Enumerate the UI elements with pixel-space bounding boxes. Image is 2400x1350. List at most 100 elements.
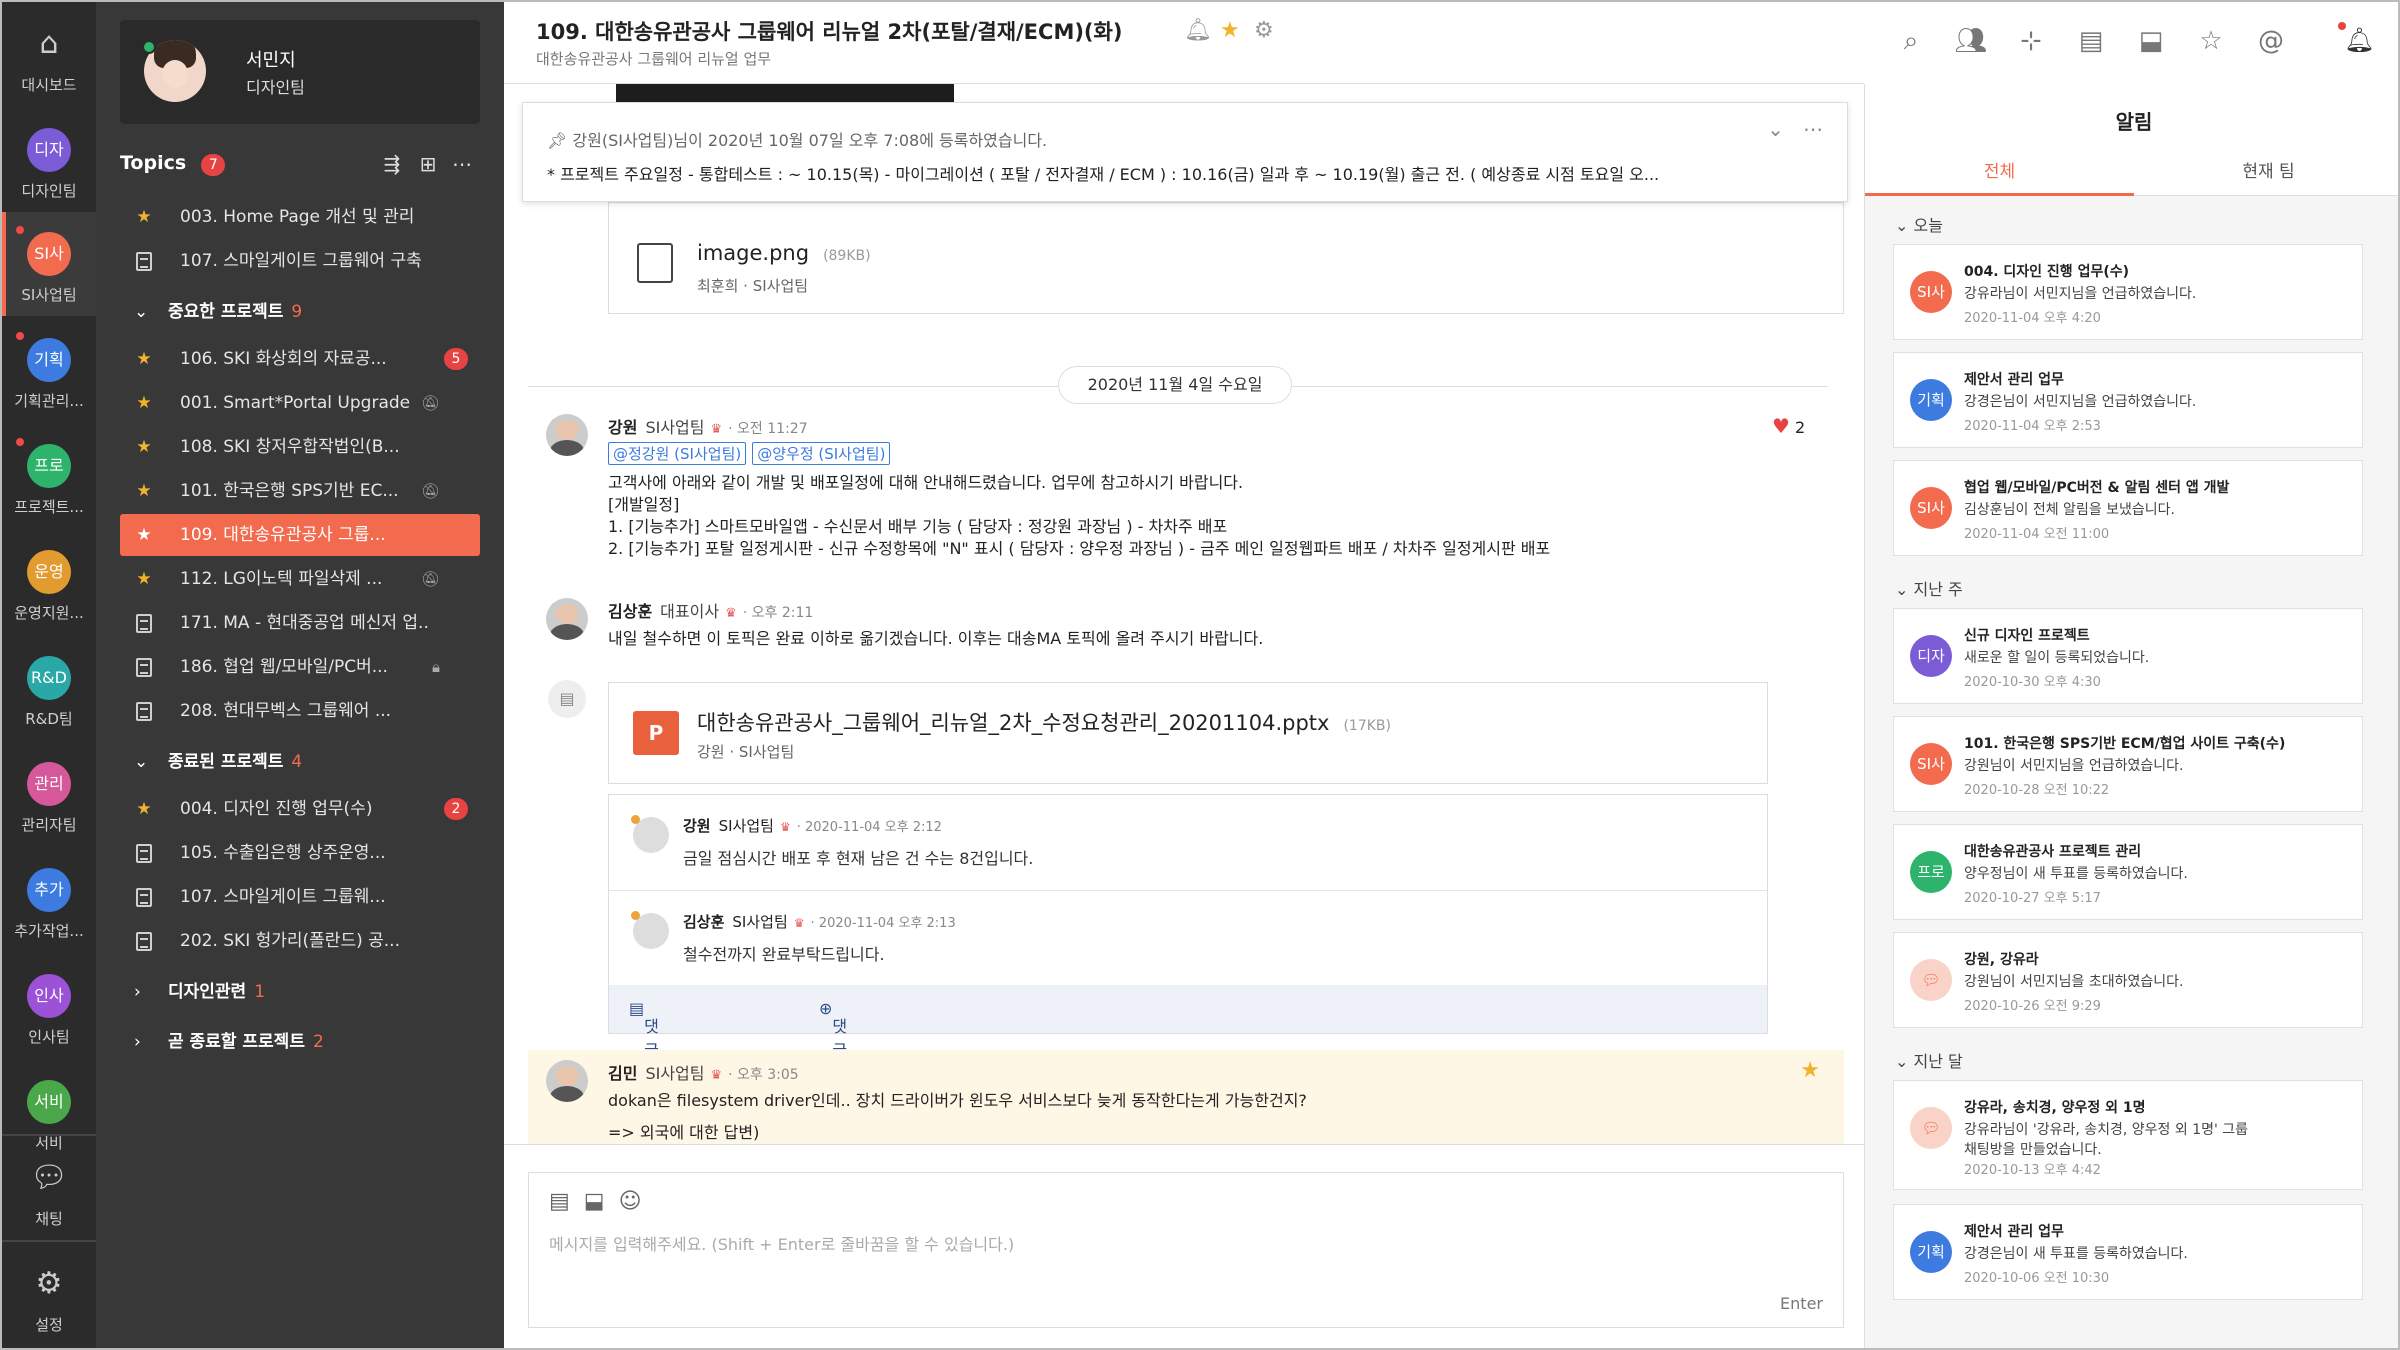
notification-card[interactable]: 기획 제안서 관리 업무 강경은님이 새 투표를 등록하였습니다. 2020-10-0… (1893, 1204, 2363, 1300)
notification-section[interactable]: ⌄ 지난 달 (1895, 1048, 1963, 1072)
add-topic-icon[interactable]: ⊞ (416, 152, 440, 176)
avatar[interactable] (631, 815, 669, 853)
file-name[interactable]: 대한송유관공사_그룹웨어_리뉴얼_2차_수정요청관리_20201104.pptx (697, 711, 1329, 735)
rail-item[interactable]: 💬︎ 채팅 (2, 1136, 96, 1240)
topic-settings-icon[interactable]: ⚙ (1254, 18, 1274, 43)
rail-item[interactable]: 인사 인사팀 (2, 954, 96, 1058)
notification-card[interactable]: 프로 대한송유관공사 프로젝트 관리 양우정님이 새 투표를 등록하였습니다. 202… (1893, 824, 2363, 920)
mention-tag[interactable]: @양우정 (SI사업팀) (752, 442, 891, 465)
profile-card[interactable]: 서민지 디자인팀 (120, 20, 480, 124)
notification-card[interactable]: 기획 제안서 관리 업무 강경은님이 서민지님을 언급하였습니다. 2020-11-0… (1893, 352, 2363, 448)
comment[interactable]: 김상훈 SI사업팀 ♛ · 2020-11-04 오후 2:13 철수전까지 완료부탁드… (609, 891, 1767, 987)
members-icon[interactable]: 👥︎ (1954, 24, 1988, 58)
message-input[interactable]: 메시지를 입력해주세요. (Shift + Enter로 줄바꿈을 할 수 있습… (549, 1231, 1014, 1255)
topic-item[interactable]: 171. MA - 현대중공업 메신저 업... (120, 602, 480, 644)
topic-item[interactable]: 105. 수출입은행 상주운영... (120, 832, 480, 874)
notification-section[interactable]: ⌄ 지난 주 (1895, 576, 1963, 600)
emoji-icon[interactable]: ☺ (619, 1189, 642, 1214)
commenter-name[interactable]: 강원 (683, 817, 711, 835)
topic-group[interactable]: ⌄ 종료된 프로젝트 4 (120, 742, 480, 782)
notification-section[interactable]: ⌄ 오늘 (1895, 212, 1943, 236)
files-icon[interactable]: ▤ (2074, 24, 2108, 58)
chat-room-icon: 💬︎ (1910, 959, 1952, 1001)
star-icon: ★ (136, 393, 152, 413)
rail-item[interactable]: 디자 디자인팀 (2, 108, 96, 212)
sort-icon[interactable]: ⇶ (380, 152, 404, 176)
avatar[interactable] (546, 414, 588, 456)
team-avatar: 프로 (27, 444, 71, 488)
notification-card[interactable]: 💬︎ 강원, 강유라 강원님이 서민지님을 초대하였습니다. 2020-10-26 오… (1893, 932, 2363, 1028)
topic-item[interactable]: 107. 스마일게이트 그룹웨... (120, 876, 480, 918)
notification-text: 김상훈님이 전체 알림을 보냈습니다. (1964, 502, 2175, 518)
notification-card[interactable]: 💬︎ 강유라, 송치경, 양우정 외 1명 강유라님이 '강유라, 송치경, 양우정… (1893, 1080, 2363, 1190)
file-card-image[interactable]: image.png (89KB) 최훈희 · SI사업팀 (608, 202, 1844, 314)
notification-time: 2020-11-04 오전 11:00 (1964, 527, 2110, 542)
rail-item[interactable]: ⌂ 대시보드 (2, 2, 96, 106)
topic-item[interactable]: ★ 112. LG이노텍 파일삭제 ... 🔕︎ (120, 558, 480, 600)
write-comment-button[interactable]: ⊕ 댓글 작성 (819, 999, 847, 1108)
sender-name[interactable]: 김민 (608, 1064, 637, 1083)
notification-bell-icon[interactable]: 🔔︎ (2344, 26, 2374, 54)
rail-item[interactable]: 관리 관리자팀 (2, 742, 96, 846)
date-label: 2020년 11월 4일 수요일 (1058, 366, 1292, 404)
notification-card[interactable]: SI사 004. 디자인 진행 업무(수) 강유라님이 서민지님을 언급하였습니다.… (1893, 244, 2363, 340)
topic-item[interactable]: ★ 106. SKI 화상회의 자료공... 5 (120, 338, 480, 380)
topic-item[interactable]: 186. 협업 웹/모바일/PC버... 🔒︎ (120, 646, 480, 688)
avatar[interactable] (546, 1060, 588, 1102)
starred-star-icon[interactable]: ★ (1800, 1058, 1820, 1083)
topic-group[interactable]: ⌄ 중요한 프로젝트 9 (120, 292, 480, 332)
notification-card[interactable]: SI사 협업 웹/모바일/PC버전 & 알림 센터 앱 개발 김상훈님이 전체 알림… (1893, 460, 2363, 556)
comment[interactable]: 강원 SI사업팀 ♛ · 2020-11-04 오후 2:12 금일 점심시간 배포 후… (609, 795, 1767, 891)
pinned-notice[interactable]: 📌︎ 강원(SI사업팀)님이 2020년 10월 07일 오후 7:08에 등록… (522, 102, 1848, 202)
drive-upload-icon[interactable]: ⬓ (584, 1189, 605, 1214)
topic-group[interactable]: › 곧 종료할 프로젝트 2 (120, 1022, 480, 1062)
bell-icon[interactable]: 🔔︎ (1184, 18, 1212, 43)
topic-group[interactable]: › 디자인관련 1 (120, 972, 480, 1012)
topic-item[interactable]: ★ 004. 디자인 진행 업무(수) 2 (120, 788, 480, 830)
rail-item[interactable]: ⚙ 설정 (2, 1242, 96, 1346)
rail-item[interactable]: 기획 기획관리... (2, 318, 96, 422)
rail-item[interactable]: SI사 SI사업팀 (2, 212, 96, 316)
search-icon[interactable]: ⌕ (1894, 24, 1928, 58)
rail-item[interactable]: R&D R&D팀 (2, 636, 96, 740)
org-chart-icon[interactable]: ⊹ (2014, 24, 2048, 58)
rail-item[interactable]: 프로 프로젝트... (2, 424, 96, 528)
avatar[interactable] (631, 911, 669, 949)
mentions-icon[interactable]: @ (2254, 24, 2288, 58)
topic-item[interactable]: ★ 109. 대한송유관공사 그룹... (120, 514, 480, 556)
topic-item[interactable]: ★ 001. Smart*Portal Upgrade 🔕︎ (120, 382, 480, 424)
notice-more-icon[interactable]: ⋯ (1803, 117, 1823, 141)
more-icon[interactable]: ⋯ (450, 152, 474, 176)
topic-item[interactable]: 202. SKI 헝가리(폴란드) 공... (120, 920, 480, 962)
topic-item[interactable]: ★ 108. SKI 창저우합작법인(B... (120, 426, 480, 468)
highlighted-message[interactable]: 김민 SI사업팀 ♛ · 오후 3:05 dokan은 filesystem driv… (528, 1050, 1844, 1144)
team-avatar: R&D (27, 656, 71, 700)
favorite-star-icon[interactable]: ★ (1220, 18, 1240, 43)
rail-item[interactable]: 운영 운영지원... (2, 530, 96, 634)
like-count[interactable]: ♥ 2 (1772, 414, 1805, 438)
file-name[interactable]: image.png (697, 241, 809, 265)
chevron-down-icon[interactable]: ⌄ (1767, 117, 1784, 141)
sender-name[interactable]: 강원 (608, 418, 637, 437)
starred-icon[interactable]: ☆ (2194, 24, 2228, 58)
drive-icon[interactable]: ⬓ (2134, 24, 2168, 58)
topic-item[interactable]: 208. 현대무벡스 그룹웨어 ... (120, 690, 480, 732)
message-composer[interactable]: ▤ ⬓ ☺ 메시지를 입력해주세요. (Shift + Enter로 줄바꿈을 … (528, 1172, 1844, 1328)
notification-card[interactable]: 디자 신규 디자인 프로젝트 새로운 할 일이 등록되었습니다. 2020-10-30… (1893, 608, 2363, 704)
attach-file-icon[interactable]: ▤ (549, 1189, 570, 1214)
notification-card[interactable]: SI사 101. 한국은행 SPS기반 ECM/협업 사이트 구축(수) 강원님이 … (1893, 716, 2363, 812)
topic-item[interactable]: 107. 스마일게이트 그룹웨어 구축 (120, 240, 480, 282)
topic-item[interactable]: ★ 101. 한국은행 SPS기반 EC... 🔕︎ (120, 470, 480, 512)
sender-name[interactable]: 김상훈 (608, 602, 652, 621)
file-card-pptx[interactable]: P 대한송유관공사_그룹웨어_리뉴얼_2차_수정요청관리_20201104.pp… (608, 682, 1768, 784)
view-all-comments-button[interactable]: ▤ 댓글 모두 보기(2) (629, 999, 659, 1144)
rail-item[interactable]: 추가 추가작업... (2, 848, 96, 952)
tab-all[interactable]: 전체 (1865, 152, 2134, 196)
commenter-name[interactable]: 김상훈 (683, 913, 724, 931)
message[interactable]: 김상훈 대표이사 ♛ · 오후 2:11 내일 철수하면 이 토픽은 완료 이하로 옮… (504, 598, 1864, 658)
mention-tag[interactable]: @정강원 (SI사업팀) (608, 442, 747, 465)
topic-item[interactable]: ★ 003. Home Page 개선 및 관리 (120, 196, 480, 238)
tab-current-team[interactable]: 현재 팀 (2134, 152, 2398, 196)
rail-label: 채팅 (35, 1210, 63, 1228)
avatar[interactable] (546, 598, 588, 640)
